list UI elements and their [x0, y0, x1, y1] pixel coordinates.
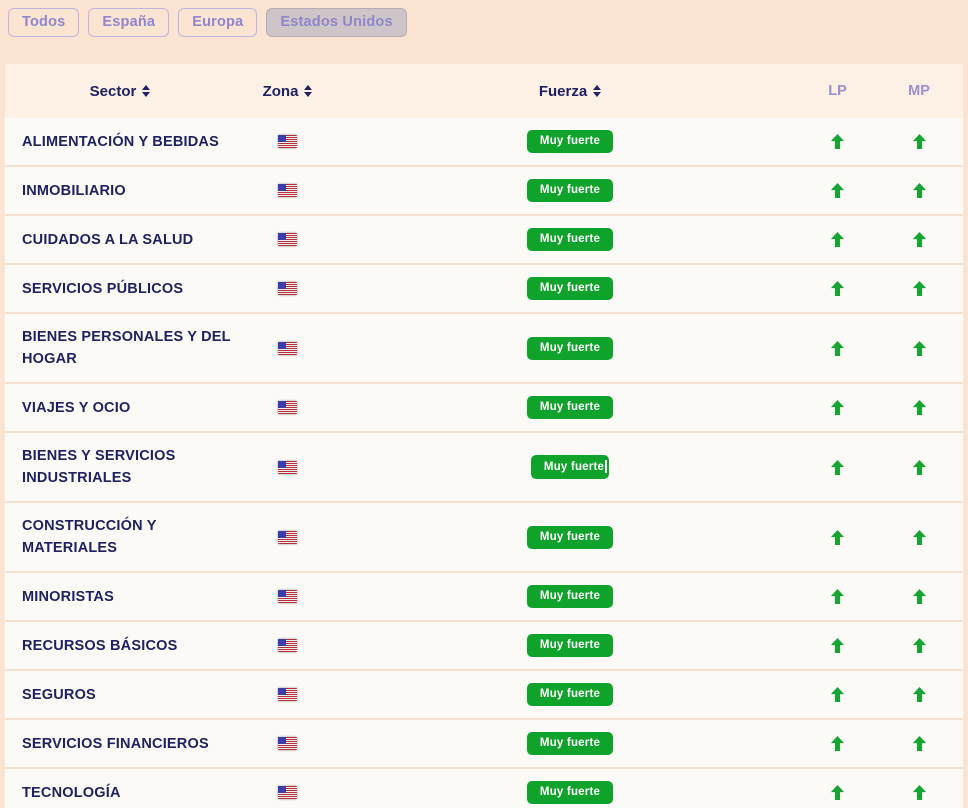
lp-header-label: LP [828, 83, 847, 99]
strength-badge: Muy fuerte [526, 525, 614, 549]
sort-icon [304, 85, 313, 97]
lp-up-arrow-icon [829, 231, 846, 248]
sort-header-fuerza[interactable]: Fuerza [538, 82, 602, 100]
mp-up-arrow-icon [911, 784, 928, 801]
sectors-table: Sector Zona Fuerza LP MP ALIMENTACIÓN Y … [5, 64, 963, 808]
table-row[interactable]: CUIDADOS A LA SALUD Muy fuerte [5, 216, 963, 265]
us-flag-icon [278, 688, 297, 701]
table-row[interactable]: BIENES PERSONALES Y DEL HOGAR Muy fuerte [5, 314, 963, 384]
table-row[interactable]: CONSTRUCCIÓN Y MATERIALES Muy fuerte [5, 503, 963, 573]
strength-badge: Muy fuerte [526, 336, 614, 360]
sector-label: CONSTRUCCIÓN Y MATERIALES [22, 518, 157, 556]
lp-up-arrow-icon [829, 529, 846, 546]
lp-up-arrow-icon [829, 735, 846, 752]
sector-label: SEGUROS [22, 686, 96, 703]
sector-label: RECURSOS BÁSICOS [22, 637, 178, 654]
filter-button-españa[interactable]: España [88, 8, 170, 37]
mp-up-arrow-icon [911, 459, 928, 476]
us-flag-icon [278, 233, 297, 246]
sector-label: ALIMENTACIÓN Y BEBIDAS [22, 133, 219, 150]
us-flag-icon [278, 737, 297, 750]
sort-header-zona[interactable]: Zona [263, 83, 313, 100]
strength-badge: Muy fuerte [526, 277, 614, 300]
mp-up-arrow-icon [911, 231, 928, 248]
table-row[interactable]: MINORISTAS Muy fuerte [5, 573, 963, 622]
mp-up-arrow-icon [911, 735, 928, 752]
strength-badge: Muy fuerte [526, 732, 614, 755]
strength-badge: Muy fuerte [526, 396, 614, 419]
filter-button-estados-unidos[interactable]: Estados Unidos [266, 8, 407, 37]
table-row[interactable]: ALIMENTACIÓN Y BEBIDAS Muy fuerte [5, 118, 963, 167]
sort-header-sector[interactable]: Sector [90, 83, 151, 100]
table-row[interactable]: INMOBILIARIO Muy fuerte [5, 167, 963, 216]
lp-up-arrow-icon [829, 399, 846, 416]
mp-up-arrow-icon [911, 529, 928, 546]
sector-label: BIENES PERSONALES Y DEL HOGAR [22, 329, 231, 367]
us-flag-icon [278, 282, 297, 295]
mp-up-arrow-icon [911, 686, 928, 703]
lp-up-arrow-icon [829, 340, 846, 357]
table-row[interactable]: RECURSOS BÁSICOS Muy fuerte [5, 622, 963, 671]
table-row[interactable]: TECNOLOGÍA Muy fuerte [5, 769, 963, 808]
mp-up-arrow-icon [911, 637, 928, 654]
sector-label: CUIDADOS A LA SALUD [22, 231, 194, 248]
sector-label: VIAJES Y OCIO [22, 399, 131, 416]
strength-badge: Muy fuerte [526, 130, 614, 153]
strength-badge: Muy fuerte [526, 179, 614, 202]
table-row[interactable]: SERVICIOS FINANCIEROS Muy fuerte [5, 720, 963, 769]
strength-badge: Muy fuerte [526, 585, 614, 608]
sector-label: SERVICIOS PÚBLICOS [22, 280, 184, 297]
zona-header-label: Zona [262, 82, 299, 100]
us-flag-icon [278, 460, 297, 474]
mp-up-arrow-icon [911, 280, 928, 297]
lp-up-arrow-icon [829, 133, 846, 150]
us-flag-icon [278, 401, 297, 414]
table-header-row: Sector Zona Fuerza LP MP [5, 64, 963, 118]
lp-up-arrow-icon [829, 637, 846, 654]
us-flag-icon [278, 530, 297, 544]
lp-up-arrow-icon [829, 280, 846, 297]
lp-up-arrow-icon [829, 588, 846, 605]
sector-label: INMOBILIARIO [22, 182, 126, 199]
sector-label: SERVICIOS FINANCIEROS [22, 735, 209, 752]
text-caret [605, 460, 608, 473]
us-flag-icon [278, 639, 297, 652]
lp-up-arrow-icon [829, 182, 846, 199]
sector-label: TECNOLOGÍA [22, 784, 121, 801]
us-flag-icon [278, 184, 297, 197]
mp-up-arrow-icon [911, 340, 928, 357]
strength-badge: Muy fuerte [526, 683, 614, 706]
table-body: ALIMENTACIÓN Y BEBIDAS Muy fuerte INMOBI… [5, 118, 963, 808]
strength-badge: Muy fuerte [526, 781, 614, 804]
table-row[interactable]: BIENES Y SERVICIOS INDUSTRIALES Muy fuer… [5, 433, 963, 503]
sector-label: MINORISTAS [22, 588, 114, 605]
mp-up-arrow-icon [911, 182, 928, 199]
us-flag-icon [278, 786, 297, 799]
mp-up-arrow-icon [911, 399, 928, 416]
filter-button-europa[interactable]: Europa [178, 8, 258, 37]
sector-label: BIENES Y SERVICIOS INDUSTRIALES [22, 448, 176, 486]
strength-badge: Muy fuerte [526, 228, 614, 251]
us-flag-icon [278, 135, 297, 148]
table-row[interactable]: SEGUROS Muy fuerte [5, 671, 963, 720]
zone-filter-bar: Todos España Europa Estados Unidos [0, 0, 968, 37]
lp-up-arrow-icon [829, 459, 846, 476]
strength-badge: Muy fuerte [530, 455, 610, 479]
fuerza-header-label: Fuerza [538, 82, 588, 100]
mp-up-arrow-icon [911, 588, 928, 605]
lp-up-arrow-icon [829, 686, 846, 703]
filter-button-todos[interactable]: Todos [8, 8, 80, 37]
sort-icon [593, 85, 602, 97]
mp-up-arrow-icon [911, 133, 928, 150]
us-flag-icon [278, 590, 297, 603]
sort-icon [142, 85, 151, 97]
strength-badge: Muy fuerte [526, 634, 614, 657]
table-row[interactable]: SERVICIOS PÚBLICOS Muy fuerte [5, 265, 963, 314]
sector-header-label: Sector [89, 82, 137, 100]
us-flag-icon [278, 341, 297, 355]
mp-header-label: MP [908, 83, 930, 99]
table-row[interactable]: VIAJES Y OCIO Muy fuerte [5, 384, 963, 433]
lp-up-arrow-icon [829, 784, 846, 801]
